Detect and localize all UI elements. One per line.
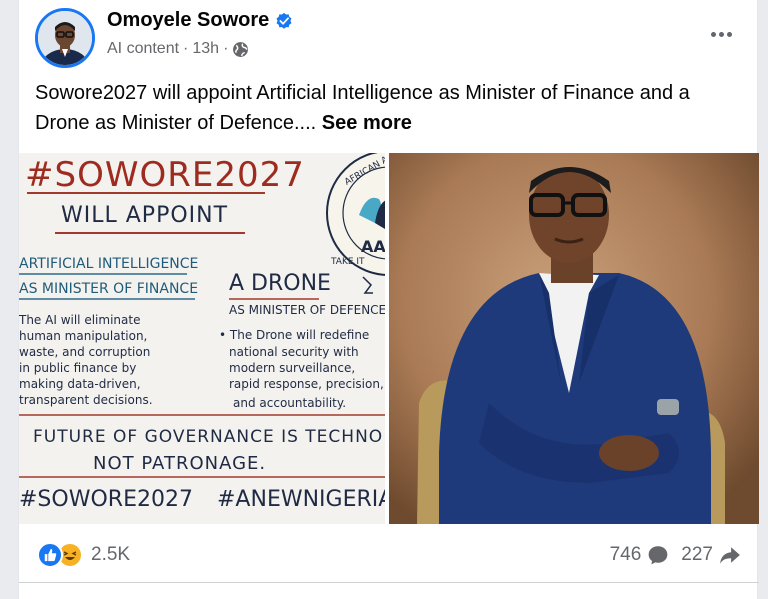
post-header: Omoyele Sowore AI content · 13h · <box>19 0 759 72</box>
share-icon <box>720 547 740 564</box>
post-meta: AI content · 13h · <box>107 40 249 58</box>
see-more-link[interactable]: See more <box>322 112 412 134</box>
poster-line: rapid response, precision, <box>229 377 384 391</box>
poster-hashtag: #SOWORE2027 <box>19 487 193 512</box>
poster-line: human manipulation, <box>19 329 148 343</box>
comments-count-link[interactable]: 746 <box>610 544 670 566</box>
poster-line: modern surveillance, <box>229 361 356 375</box>
author-name[interactable]: Omoyele Sowore <box>107 9 269 32</box>
avatar[interactable] <box>35 8 95 68</box>
poster-line: making data-driven, <box>19 377 141 391</box>
poster-line: transparent decisions. <box>19 393 153 407</box>
meta-separator: · <box>183 40 189 57</box>
poster-line: and accountability. <box>233 396 347 410</box>
ai-content-label[interactable]: AI content <box>107 40 179 58</box>
like-reaction-icon <box>37 542 63 568</box>
portrait-illustration <box>389 153 759 524</box>
poster-line: NOT PATRONAGE. <box>93 453 267 474</box>
poster-line: ARTIFICIAL INTELLIGENCE <box>19 256 199 272</box>
author-row: Omoyele Sowore <box>107 9 293 32</box>
poster-line: in public finance by <box>19 361 137 375</box>
poster-line: AS MINISTER OF FINANCE <box>19 281 199 297</box>
post-media: #SOWORE2027 WILL APPOINT ARTIFICIAL INTE… <box>19 153 759 524</box>
poster-line: waste, and corruption <box>19 345 151 359</box>
post-timestamp[interactable]: 13h <box>192 40 219 58</box>
dot-icon <box>726 31 732 37</box>
poster-hashtag-title: #SOWORE2027 <box>25 155 305 195</box>
more-options-button[interactable] <box>703 22 739 46</box>
poster-line: WILL APPOINT <box>61 203 229 228</box>
reactions-count: 2.5K <box>91 544 131 565</box>
post-card: Omoyele Sowore AI content · 13h · Sowore… <box>18 0 759 599</box>
portrait-photo[interactable] <box>389 153 759 524</box>
globe-icon <box>233 41 249 57</box>
poster-line: FUTURE OF GOVERNANCE IS TECHNO <box>33 427 384 447</box>
verified-badge-icon <box>276 12 292 29</box>
shares-count-link[interactable]: 227 <box>681 544 741 566</box>
post-stats: 2.5K 746 227 <box>19 536 759 576</box>
engagement-counts: 746 227 <box>610 544 741 566</box>
poster-line: national security with <box>229 345 359 359</box>
shares-count: 227 <box>681 544 713 565</box>
poster-line: AS MINISTER OF DEFENCE <box>229 303 385 317</box>
comments-count: 746 <box>609 544 642 565</box>
dot-icon <box>710 31 716 37</box>
poster-line: • The Drone will redefine <box>219 328 370 342</box>
poster-hashtag: #ANEWNIGERIAN <box>217 487 385 512</box>
poster-line: The AI will eliminate <box>19 313 141 327</box>
post-text: Sowore2027 will appoint Artificial Intel… <box>35 78 735 138</box>
poster-line: A DRONE <box>229 271 331 296</box>
comment-icon <box>648 546 668 565</box>
poster-image[interactable]: #SOWORE2027 WILL APPOINT ARTIFICIAL INTE… <box>19 153 385 524</box>
poster-logo-text: AA <box>361 237 385 256</box>
reactions-summary[interactable]: 2.5K <box>37 542 130 568</box>
dot-icon <box>718 31 724 37</box>
action-bar <box>19 582 759 599</box>
meta-separator: · <box>223 40 229 57</box>
poster-logo-text: TAKE IT <box>331 257 365 267</box>
